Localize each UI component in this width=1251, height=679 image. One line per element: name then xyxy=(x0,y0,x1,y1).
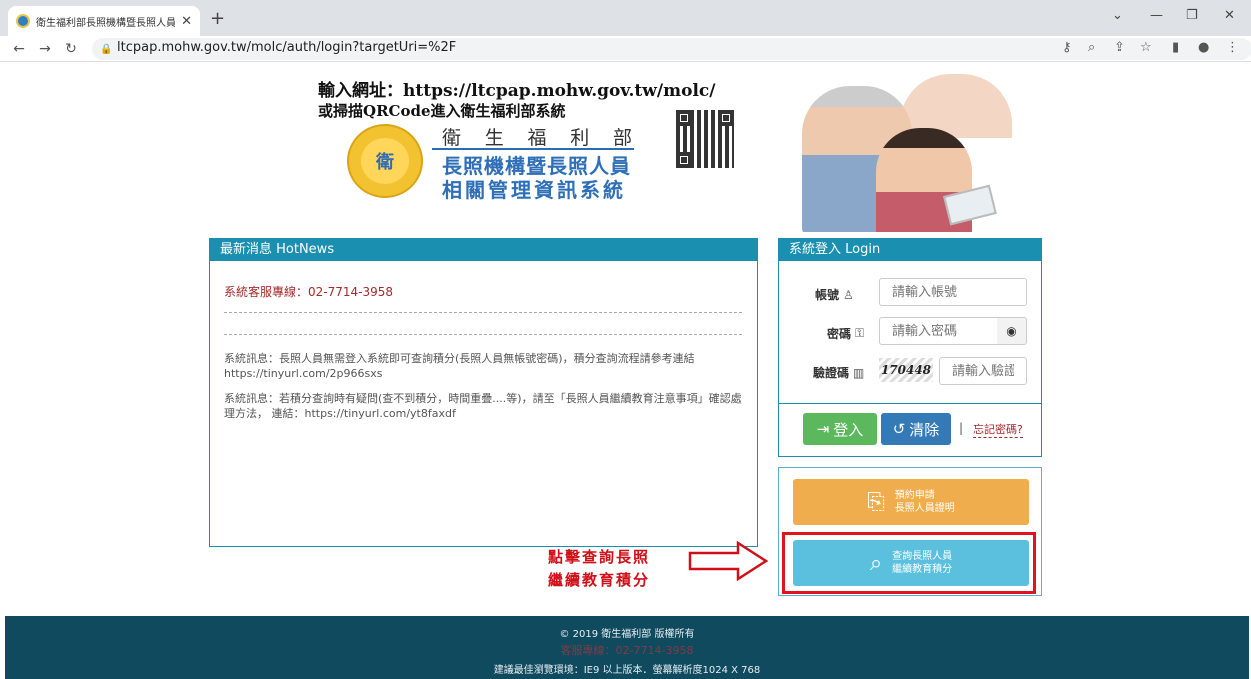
bookmark-star-icon[interactable]: ☆ xyxy=(1140,40,1152,55)
zoom-icon[interactable]: ⌕ xyxy=(1088,40,1095,55)
divider xyxy=(779,403,1041,404)
news-message: 系統訊息：長照人員無需登入系統即可查詢積分(長照人員無帳號密碼)，積分查詢流程請… xyxy=(224,352,695,380)
ministry-char: 生 xyxy=(484,127,504,149)
menu-icon[interactable]: ⋮ xyxy=(1226,40,1239,55)
ministry-char: 利 xyxy=(570,127,590,149)
maximize-icon[interactable]: ❐ xyxy=(1186,8,1198,23)
undo-icon: ↺ xyxy=(892,420,906,438)
ministry-emblem: 衛 xyxy=(347,124,423,198)
show-password-eye-icon[interactable]: ◉ xyxy=(997,317,1027,345)
qr-finder xyxy=(676,110,692,126)
password-input[interactable] xyxy=(879,317,998,345)
login-button[interactable]: ⇥ 登入 xyxy=(803,413,877,445)
account-label: 帳號 xyxy=(815,288,840,302)
close-tab-icon[interactable]: ✕ xyxy=(181,14,192,29)
emblem-center: 衛 xyxy=(361,138,409,184)
back-icon[interactable]: ← xyxy=(6,41,32,57)
reload-icon[interactable]: ↻ xyxy=(58,41,84,57)
footer-hotline: 客服專線：02-7714-3958 xyxy=(560,644,694,657)
address-bar: ← → ↻ 🔒 ltcpap.mohw.gov.tw/molc/auth/log… xyxy=(0,36,1251,62)
browser-tab-bar: 衛生福利部長照機構暨長照人員相關管理資訊系統 ✕ + ⌄ — ❐ ✕ xyxy=(0,0,1251,36)
ministry-char: 衛 xyxy=(442,127,462,149)
password-label: 密碼 xyxy=(827,327,852,341)
hotline-text: 系統客服專線：02-7714-3958 xyxy=(224,285,394,299)
divider xyxy=(224,312,742,313)
url-text[interactable]: ltcpap.mohw.gov.tw/molc/auth/login?targe… xyxy=(117,40,456,55)
qr-finder xyxy=(676,152,692,168)
side-panel-icon[interactable]: ▮ xyxy=(1172,40,1179,55)
browser-tab[interactable]: 衛生福利部長照機構暨長照人員相關管理資訊系統 ✕ xyxy=(8,6,200,36)
clear-button[interactable]: ↺ 清除 xyxy=(881,413,951,445)
tab-search-icon[interactable]: ⌄ xyxy=(1112,8,1123,23)
tab-title: 衛生福利部長照機構暨長照人員相關管理資訊系統 xyxy=(36,17,176,29)
instruction-qr-line: 或掃描QRCode進入衛生福利部系統 xyxy=(318,102,566,120)
footer-browser-note: 建議最佳瀏覽環境：IE9 以上版本．螢幕解析度1024 X 768 xyxy=(493,665,761,676)
key-icon: ⚿ xyxy=(855,326,865,340)
footer-copyright: © 2019 衛生福利部 版權所有 xyxy=(559,629,695,640)
footer: © 2019 衛生福利部 版權所有 客服專線：02-7714-3958 建議最佳… xyxy=(5,616,1249,679)
forward-icon[interactable]: → xyxy=(32,41,58,57)
captcha-input[interactable] xyxy=(939,357,1027,385)
minimize-icon[interactable]: — xyxy=(1150,8,1163,23)
forgot-password-link[interactable]: 忘記密碼? xyxy=(973,421,1023,438)
annotation-line2: 繼續教育積分 xyxy=(548,571,651,589)
account-input[interactable] xyxy=(879,278,1027,306)
barcode-icon: ▥ xyxy=(853,365,865,380)
annotation-line1: 點擊查詢長照 xyxy=(548,548,651,566)
login-panel: 系統登入 Login 帳號 ♙ 密碼 ⚿ ◉ 驗證碼 ▥ 170448 ⇥ 登入… xyxy=(778,238,1042,457)
captcha-label: 驗證碼 xyxy=(813,366,850,380)
instruction-url-line: 輸入網址：https://ltcpap.mohw.gov.tw/molc/ xyxy=(318,81,716,101)
header-photo xyxy=(780,70,1042,232)
news-message: 系統訊息：若積分查詢時有疑問(查不到積分，時間重疊....等)，請至「長照人員繼… xyxy=(224,392,742,420)
hotnews-panel: 最新消息 HotNews 系統客服專線：02-7714-3958 系統訊息：長照… xyxy=(209,238,758,547)
site-favicon-icon xyxy=(16,14,30,28)
user-icon: ♙ xyxy=(843,287,854,302)
share-icon[interactable]: ⇪ xyxy=(1114,40,1125,55)
highlight-box xyxy=(782,532,1036,594)
password-label-group: 密碼 ⚿ xyxy=(827,325,864,342)
apply-line2: 長照人員證明 xyxy=(894,503,955,514)
qr-finder xyxy=(718,110,734,126)
qr-code xyxy=(676,110,734,168)
annotation-arrow-icon xyxy=(688,541,768,581)
account-label-group: 帳號 ♙ xyxy=(815,286,854,303)
new-tab-icon[interactable]: + xyxy=(210,8,225,29)
separator: | xyxy=(959,421,964,435)
apply-line1: 預約申請 xyxy=(894,490,935,501)
key-icon[interactable]: ⚷ xyxy=(1062,40,1072,55)
ministry-name: 衛 生 福 利 部 xyxy=(442,123,632,150)
profile-icon[interactable]: ● xyxy=(1198,40,1209,55)
ministry-char: 福 xyxy=(527,127,547,149)
hotnews-title: 最新消息 HotNews xyxy=(210,239,757,261)
divider xyxy=(224,334,742,335)
ministry-char: 部 xyxy=(612,127,632,149)
captcha-image[interactable]: 170448 xyxy=(879,358,933,382)
sign-in-icon: ⇥ xyxy=(816,420,830,438)
lock-icon[interactable]: 🔒 xyxy=(100,44,112,55)
login-title: 系統登入 Login xyxy=(779,239,1041,261)
close-window-icon[interactable]: ✕ xyxy=(1224,8,1235,23)
apply-certificate-button[interactable]: ⎘ 預約申請 長照人員證明 xyxy=(793,479,1029,525)
clear-button-label: 清除 xyxy=(909,420,940,439)
document-icon: ⎘ xyxy=(867,489,885,515)
system-title-line2: 相關管理資訊系統 xyxy=(442,178,626,202)
captcha-label-group: 驗證碼 ▥ xyxy=(813,364,864,381)
login-button-label: 登入 xyxy=(833,420,864,439)
